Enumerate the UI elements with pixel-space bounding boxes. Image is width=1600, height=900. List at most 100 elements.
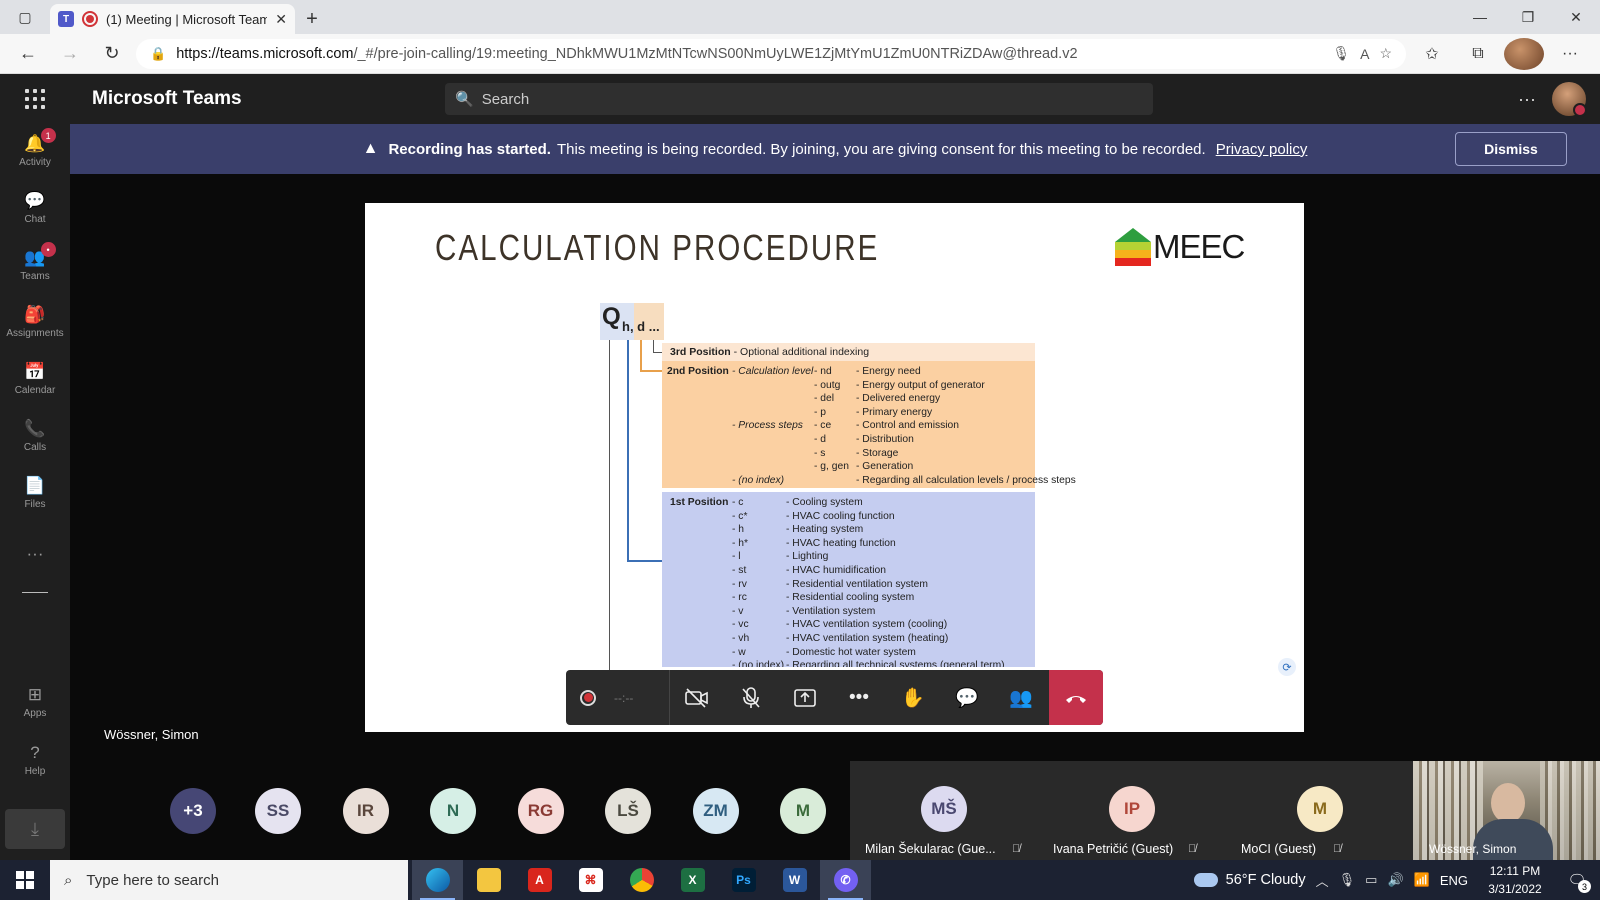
back-button[interactable]: ←: [10, 38, 46, 70]
browser-extension-icons: ✩ ⧉ ···: [1412, 37, 1590, 70]
taskbar-file-explorer[interactable]: [463, 860, 514, 900]
restore-button[interactable]: ❐: [1504, 0, 1552, 34]
forward-button[interactable]: →: [52, 38, 88, 70]
participant-avatar: M: [1297, 786, 1343, 832]
rail-item-activity[interactable]: 🔔 1 Activity: [0, 126, 70, 176]
rail-item-assignments[interactable]: 🎒 Assignments: [0, 297, 70, 347]
rail-item-apps[interactable]: ⊞ Apps: [0, 677, 70, 727]
rail-item-calls[interactable]: 📞 Calls: [0, 411, 70, 461]
taskbar-edge[interactable]: [412, 860, 463, 900]
participant-tile[interactable]: IP Ivana Petričić (Guest) 🎙̸: [1038, 761, 1226, 860]
first-position-index: - rv: [732, 578, 747, 590]
participant-avatar[interactable]: ZM: [692, 788, 739, 834]
address-bar[interactable]: 🔒 https://teams.microsoft.com/_#/pre-joi…: [136, 38, 1406, 69]
meeting-timer: --:--: [614, 690, 634, 705]
share-screen-icon: [794, 688, 816, 707]
search-input[interactable]: 🔍 Search: [445, 83, 1153, 115]
language-indicator[interactable]: ENG: [1440, 873, 1468, 888]
chevron-up-icon[interactable]: ︿: [1316, 871, 1329, 890]
participant-avatar[interactable]: LŠ: [605, 788, 651, 834]
video-participant-name: Wössner, Simon: [1429, 842, 1517, 856]
url-text[interactable]: https://teams.microsoft.com/_#/pre-join-…: [176, 46, 1322, 62]
taskbar-search-input[interactable]: ⌕ Type here to search: [50, 860, 408, 900]
banner-bold-text: Recording has started.: [388, 140, 551, 158]
mic-muted-icon: 🎙̸: [1012, 843, 1021, 855]
volume-icon[interactable]: 🔊: [1387, 872, 1403, 888]
refresh-button[interactable]: ↻: [94, 38, 130, 70]
notifications-button[interactable]: 🗨 3: [1562, 865, 1592, 895]
participants-button[interactable]: 👥: [994, 670, 1048, 725]
mic-mute-button[interactable]: [724, 670, 778, 725]
start-button[interactable]: [0, 860, 50, 900]
hang-up-button[interactable]: [1049, 670, 1103, 725]
participant-tile[interactable]: MŠ Milan Šekularac (Gue... 🎙̸: [850, 761, 1038, 860]
battery-icon[interactable]: ▭: [1365, 872, 1377, 888]
tab-actions-icon[interactable]: ▢: [0, 0, 50, 34]
participant-avatar[interactable]: SS: [255, 788, 301, 834]
phone-icon: 📞: [24, 419, 46, 438]
favorite-star-icon[interactable]: ☆: [1379, 45, 1392, 62]
browser-menu-icon[interactable]: ···: [1550, 38, 1590, 70]
new-tab-button[interactable]: +: [295, 4, 329, 34]
app-launcher-icon[interactable]: [0, 89, 70, 109]
taskbar-excel[interactable]: X: [667, 860, 718, 900]
more-options-icon[interactable]: ···: [1502, 89, 1552, 110]
chat-button[interactable]: 💬: [940, 670, 994, 725]
rail-item-teams[interactable]: 👥 • Teams: [0, 240, 70, 290]
share-screen-button[interactable]: [778, 670, 832, 725]
read-aloud-icon[interactable]: A: [1360, 46, 1369, 62]
taskbar-pdf-reader[interactable]: ⌘: [565, 860, 616, 900]
download-icon[interactable]: ⤓: [5, 809, 65, 849]
collections-icon[interactable]: ⧉: [1458, 38, 1498, 70]
slide-sync-icon[interactable]: ⟳: [1278, 658, 1296, 676]
taskbar-viber[interactable]: ✆: [820, 860, 871, 900]
lock-icon[interactable]: 🔒: [150, 46, 166, 62]
favorites-icon[interactable]: ✩: [1412, 38, 1452, 70]
clock[interactable]: 12:11 PM 3/31/2022: [1478, 862, 1552, 898]
rail-item-help[interactable]: ? Help: [0, 735, 70, 785]
microphone-icon[interactable]: 🎙: [1332, 45, 1350, 62]
participant-avatar[interactable]: IR: [342, 788, 389, 834]
third-position-head: 3rd Position: [670, 346, 731, 358]
taskbar-acrobat[interactable]: A: [514, 860, 565, 900]
dismiss-button[interactable]: Dismiss: [1455, 132, 1567, 166]
recording-indicator-icon: [82, 11, 98, 27]
weather-widget[interactable]: 56°F Cloudy: [1193, 872, 1306, 888]
user-avatar[interactable]: [1552, 82, 1587, 117]
participant-avatar[interactable]: RG: [517, 788, 564, 834]
rail-item-calendar[interactable]: 📅 Calendar: [0, 354, 70, 404]
chrome-icon: [629, 868, 654, 892]
tab-close-icon[interactable]: ✕: [275, 11, 287, 28]
meec-house-icon: [1115, 228, 1151, 266]
participant-avatar[interactable]: N: [430, 788, 476, 834]
minimize-button[interactable]: —: [1456, 0, 1504, 34]
microphone-tray-icon[interactable]: 🎙: [1339, 872, 1356, 888]
network-icon[interactable]: 📶: [1414, 872, 1430, 888]
rail-item-chat[interactable]: 💬 Chat: [0, 183, 70, 233]
rail-label-activity: Activity: [19, 157, 51, 168]
raise-hand-button[interactable]: ✋: [886, 670, 940, 725]
more-actions-icon: •••: [849, 686, 869, 708]
overflow-participants[interactable]: +3: [170, 788, 216, 834]
taskbar-chrome[interactable]: [616, 860, 667, 900]
participant-avatar: MŠ: [921, 786, 967, 832]
first-position-index: - (no index): [732, 660, 785, 667]
participant-tile[interactable]: M MoCI (Guest) 🎙̸: [1226, 761, 1414, 860]
url-host: https://teams.microsoft.com: [176, 45, 354, 62]
rail-more-apps[interactable]: ···: [0, 529, 70, 579]
browser-tab-meeting[interactable]: T (1) Meeting | Microsoft Teams ✕: [50, 4, 295, 34]
taskbar-photoshop[interactable]: Ps: [718, 860, 769, 900]
participant-avatar[interactable]: M: [780, 788, 826, 834]
close-window-button[interactable]: ✕: [1552, 0, 1600, 34]
shared-slide: CALCULATION PROCEDURE MEEC Q h, d ... 3r…: [365, 203, 1304, 732]
activity-badge: 1: [40, 128, 56, 143]
camera-off-button[interactable]: [670, 670, 724, 725]
second-position-meaning: - Energy need: [856, 366, 921, 377]
rail-label-calls: Calls: [23, 442, 47, 453]
privacy-policy-link[interactable]: Privacy policy: [1216, 141, 1308, 158]
taskbar-word[interactable]: W: [769, 860, 820, 900]
profile-button[interactable]: [1504, 37, 1544, 70]
rail-item-files[interactable]: 📄 Files: [0, 468, 70, 518]
more-actions-button[interactable]: •••: [832, 670, 886, 725]
participant-video-tile[interactable]: Wössner, Simon: [1413, 761, 1600, 860]
